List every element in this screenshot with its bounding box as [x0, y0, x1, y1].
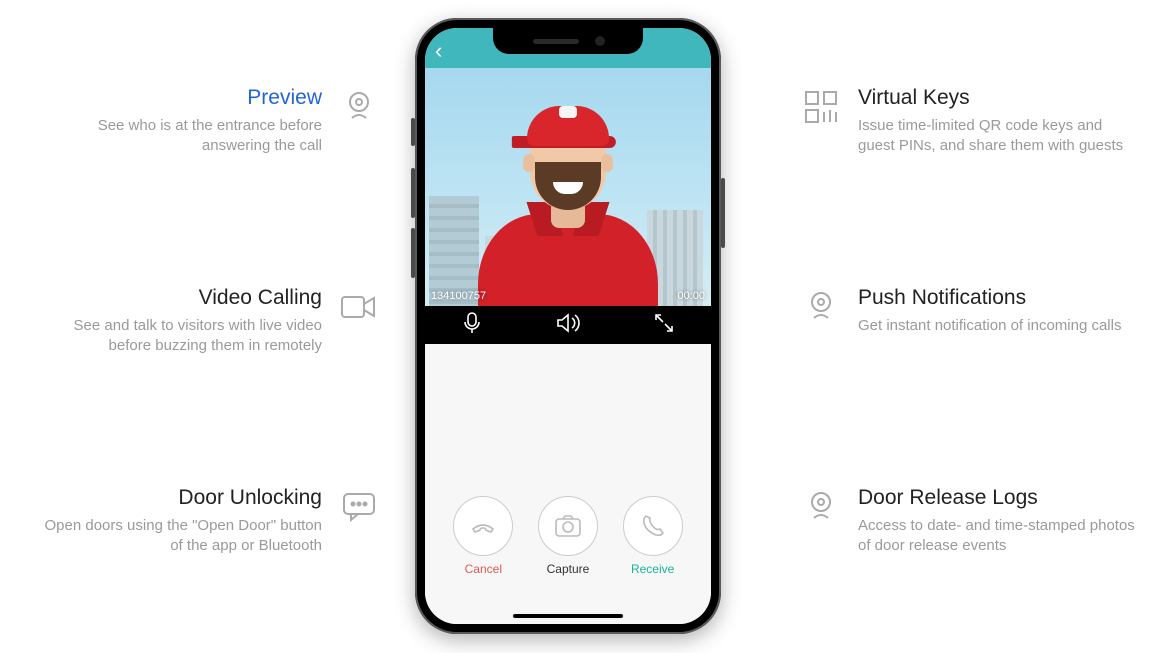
- mic-icon[interactable]: [461, 311, 483, 340]
- phone-mockup: ‹ 134100757 00:00: [415, 18, 721, 634]
- visitor-image: [468, 96, 668, 306]
- camera-icon: [800, 486, 842, 528]
- caller-id: 134100757: [431, 290, 486, 302]
- home-indicator: [513, 614, 623, 618]
- feature-desc: Open doors using the "Open Door" button …: [30, 516, 322, 557]
- feature-title: Push Notifications: [858, 286, 1140, 310]
- feature-title: Video Calling: [30, 286, 322, 310]
- feature-title: Virtual Keys: [858, 86, 1140, 110]
- feature-title: Door Unlocking: [30, 486, 322, 510]
- back-icon[interactable]: ‹: [435, 40, 442, 62]
- feature-desc: Issue time-limited QR code keys and gues…: [858, 116, 1140, 157]
- capture-label: Capture: [547, 562, 590, 576]
- feature-door-release-logs: Door Release Logs Access to date- and ti…: [800, 486, 1140, 557]
- feature-desc: See and talk to visitors with live video…: [30, 316, 322, 357]
- receive-button[interactable]: Receive: [623, 496, 683, 576]
- qr-icon: [800, 86, 842, 128]
- phone-screen: ‹ 134100757 00:00: [425, 28, 711, 624]
- call-timer: 00:00: [677, 290, 705, 302]
- video-icon: [338, 286, 380, 328]
- receive-label: Receive: [631, 562, 674, 576]
- message-icon: [338, 486, 380, 528]
- feature-title: Preview: [30, 86, 322, 110]
- feature-push-notifications: Push Notifications Get instant notificat…: [800, 286, 1140, 336]
- video-controls: [425, 306, 711, 344]
- camera-icon: [338, 86, 380, 128]
- speaker-icon[interactable]: [555, 312, 581, 339]
- feature-preview: Preview See who is at the entrance befor…: [30, 86, 380, 157]
- feature-desc: Access to date- and time-stamped photos …: [858, 516, 1140, 557]
- cancel-label: Cancel: [465, 562, 502, 576]
- feature-desc: Get instant notification of incoming cal…: [858, 316, 1140, 336]
- fullscreen-icon[interactable]: [653, 312, 675, 339]
- feature-video-calling: Video Calling See and talk to visitors w…: [30, 286, 380, 357]
- feature-door-unlocking: Door Unlocking Open doors using the "Ope…: [30, 486, 380, 557]
- phone-notch: [493, 28, 643, 54]
- capture-button[interactable]: Capture: [538, 496, 598, 576]
- call-actions-area: Cancel Capture Receive: [425, 344, 711, 624]
- feature-virtual-keys: Virtual Keys Issue time-limited QR code …: [800, 86, 1140, 157]
- camera-icon: [800, 286, 842, 328]
- cancel-button[interactable]: Cancel: [453, 496, 513, 576]
- feature-title: Door Release Logs: [858, 486, 1140, 510]
- video-preview: 134100757 00:00: [425, 68, 711, 306]
- feature-desc: See who is at the entrance before answer…: [30, 116, 322, 157]
